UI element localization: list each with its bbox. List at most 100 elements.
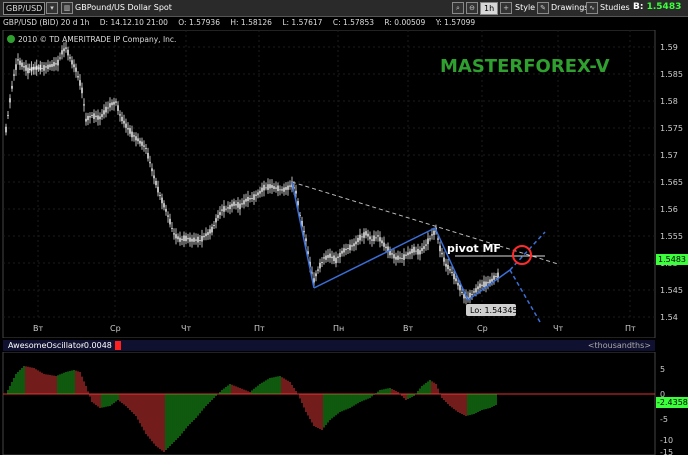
candle-body: [471, 294, 473, 295]
studies-button[interactable]: Studies: [600, 2, 630, 13]
candle-body: [303, 230, 305, 233]
current-price-tag: 1.5483: [656, 254, 688, 265]
candle-body: [403, 254, 405, 260]
candle-body: [367, 233, 369, 237]
candle-body: [267, 184, 269, 190]
candle-body: [371, 239, 373, 241]
candle-body: [417, 248, 419, 255]
candle-body: [263, 184, 265, 191]
drawings-button[interactable]: Drawings: [551, 2, 588, 13]
candle-body: [439, 245, 441, 252]
candle-body: [395, 256, 397, 260]
candle-body: [121, 116, 123, 122]
candle-body: [61, 50, 63, 55]
candle-body: [57, 59, 59, 66]
candle-body: [369, 236, 371, 240]
candle-body: [243, 200, 245, 205]
timeframe-button[interactable]: 1h: [480, 2, 499, 15]
candle-body: [71, 60, 73, 65]
price-axis-label: 1.56: [660, 205, 678, 214]
candle-body: [225, 208, 227, 210]
candle-body: [495, 276, 497, 277]
candle-body: [493, 275, 495, 280]
candle-body: [457, 282, 459, 286]
top-toolbar: GBP/USD ▾ ▥ GBPound/US Dollar Spot ⌕ ⊖ 1…: [0, 0, 688, 17]
candle-body: [135, 136, 137, 141]
candle-body: [289, 185, 291, 187]
oscillator-color-swatch: [115, 341, 121, 350]
candle-body: [363, 232, 365, 238]
close-label: C: 1.57853: [332, 18, 374, 27]
candle-body: [131, 131, 133, 138]
candle-body: [241, 203, 243, 205]
candle-body: [217, 215, 219, 218]
copyright-group: 2010 © TD AMERITRADE IP Company, Inc.: [7, 35, 176, 44]
candle-body: [335, 257, 337, 264]
candle-body: [379, 237, 381, 242]
candle-body: [317, 269, 319, 271]
zoom-icon[interactable]: ⌕: [452, 2, 464, 14]
candle-body: [399, 257, 401, 259]
candle-body: [95, 115, 97, 118]
candle-body: [49, 64, 51, 68]
candle-body: [375, 237, 377, 239]
candle-body: [405, 254, 407, 256]
studies-icon[interactable]: ∿: [586, 2, 598, 14]
oscillator-chart[interactable]: 50-5-10-15 -2.4358: [0, 352, 688, 455]
candle-body: [39, 64, 42, 71]
candle-body: [431, 234, 433, 236]
oscillator-axis-label: -15: [660, 448, 673, 455]
candle-body: [383, 242, 385, 247]
candle-body: [145, 148, 147, 149]
current-price-value: 1.5483: [658, 255, 686, 264]
link-icon[interactable]: ▾: [46, 2, 58, 14]
candle-body: [179, 237, 181, 242]
candle-body: [257, 192, 259, 196]
candle-body: [163, 203, 165, 208]
time-axis-label: Пт: [254, 324, 265, 333]
candle-body: [197, 236, 199, 243]
candle-body: [479, 283, 481, 288]
candle-body: [21, 62, 23, 67]
candle-body: [105, 106, 107, 113]
candle-body: [453, 273, 455, 280]
high-label: H: 1.58126: [230, 18, 272, 27]
candle-body: [357, 237, 359, 243]
candle-body: [201, 235, 203, 242]
candle-body: [279, 189, 281, 191]
candle-body: [427, 238, 429, 245]
ohlc-infobar: GBP/USD (BID) 20 d 1h D: 14.12.10 21:00 …: [3, 18, 658, 29]
oscillator-last-value: -2.4358: [657, 398, 688, 407]
style-button[interactable]: Style: [515, 2, 535, 13]
price-axis-label: 1.575: [660, 124, 683, 133]
candle-body: [13, 74, 15, 76]
pencil-icon[interactable]: ✎: [537, 2, 549, 14]
candle-body: [215, 218, 217, 223]
candle-body: [143, 145, 145, 147]
crosshair-icon[interactable]: +: [500, 2, 512, 14]
candle-body: [487, 281, 489, 284]
candle-body: [283, 187, 285, 192]
candle-body: [77, 76, 79, 78]
price-chart[interactable]: pivot MF Lo: 1.54345 MASTERFOREX-V 2010 …: [0, 30, 688, 338]
zoom-out-icon[interactable]: ⊖: [466, 2, 478, 14]
description-label: GBPound/US Dollar Spot: [75, 3, 172, 12]
bid-value: 1.5483: [646, 2, 682, 12]
price-axis-label: 1.58: [660, 97, 678, 106]
chart-type-icon[interactable]: ▥: [61, 2, 73, 14]
candle-body: [245, 198, 247, 202]
symbol-input[interactable]: GBP/USD: [3, 2, 45, 15]
price-axis-label: 1.57: [660, 151, 678, 160]
candle-body: [365, 231, 367, 236]
candle-body: [99, 116, 101, 120]
candle-body: [445, 263, 447, 267]
candle-body: [235, 204, 237, 206]
candle-body: [247, 196, 249, 202]
oscillator-name[interactable]: AwesomeOscillator: [8, 341, 84, 350]
candle-body: [187, 237, 189, 240]
low-label: L: 1.57617: [282, 18, 323, 27]
candle-body: [35, 65, 38, 70]
price-axis-label: 1.585: [660, 70, 683, 79]
candle-body: [199, 240, 201, 241]
watermark-text: MASTERFOREX-V: [440, 56, 610, 77]
